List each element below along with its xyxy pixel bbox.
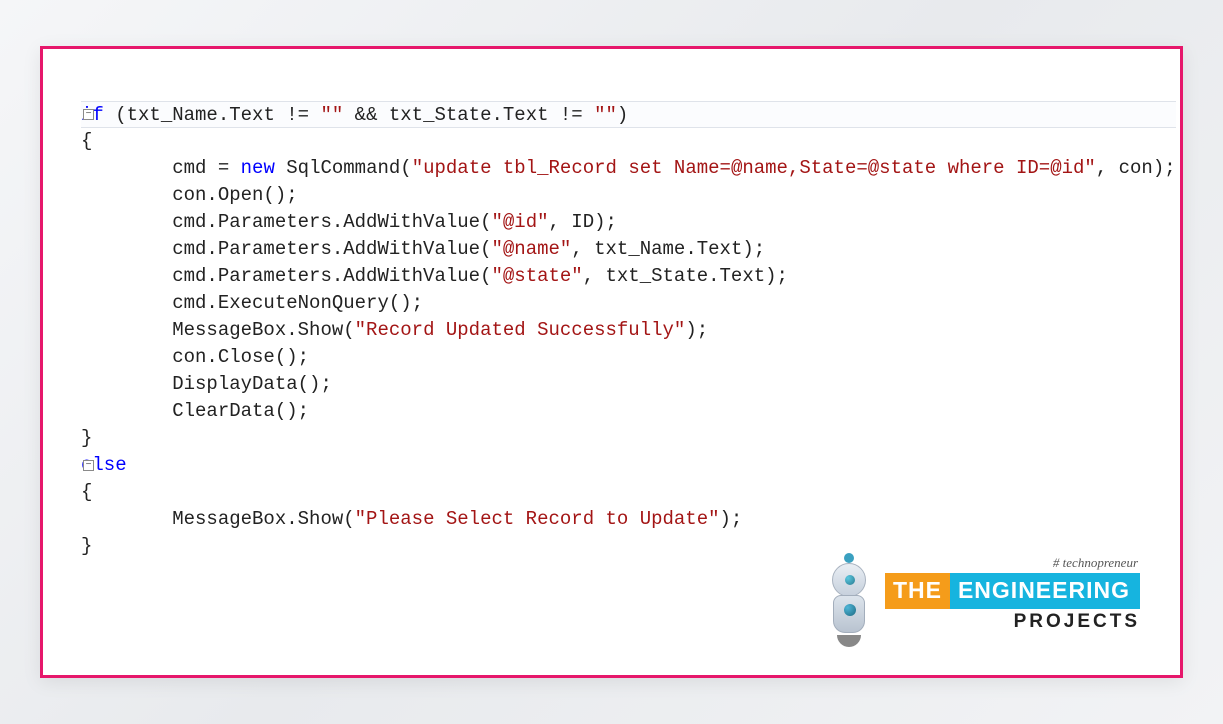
code-line: cmd.Parameters.AddWithValue("@id", ID); — [81, 209, 1176, 236]
logo-text-block: # technopreneur THE ENGINEERING PROJECTS — [885, 573, 1140, 633]
code-line: con.Open(); — [81, 182, 1176, 209]
code-line: } — [81, 533, 1176, 560]
code-line: else — [81, 452, 1176, 479]
fold-toggle-icon[interactable]: − — [83, 460, 94, 471]
code-line: } — [81, 425, 1176, 452]
code-line: cmd.Parameters.AddWithValue("@name", txt… — [81, 236, 1176, 263]
fold-toggle-icon[interactable]: − — [83, 109, 94, 120]
content-frame: − − if (txt_Name.Text != "" && txt_State.… — [40, 46, 1183, 678]
code-line: con.Close(); — [81, 344, 1176, 371]
code-line: { — [81, 128, 1176, 155]
code-line: ClearData(); — [81, 398, 1176, 425]
code-line: if (txt_Name.Text != "" && txt_State.Tex… — [81, 101, 1176, 128]
code-line: cmd.Parameters.AddWithValue("@state", tx… — [81, 263, 1176, 290]
robot-icon — [823, 559, 875, 647]
code-line: DisplayData(); — [81, 371, 1176, 398]
code-lines: if (txt_Name.Text != "" && txt_State.Tex… — [81, 101, 1176, 560]
watermark-logo: # technopreneur THE ENGINEERING PROJECTS — [823, 559, 1140, 647]
tagline: # technopreneur — [1053, 555, 1138, 571]
code-line: MessageBox.Show("Please Select Record to… — [81, 506, 1176, 533]
code-line: { — [81, 479, 1176, 506]
logo-projects: PROJECTS — [885, 611, 1140, 633]
code-editor: −− if (txt_Name.Text != "" && txt_State.… — [75, 101, 1155, 560]
code-line: cmd = new SqlCommand("update tbl_Record … — [81, 155, 1176, 182]
logo-the: THE — [885, 573, 950, 609]
logo-banner: THE ENGINEERING — [885, 573, 1140, 609]
logo-engineering: ENGINEERING — [950, 573, 1140, 609]
code-line: MessageBox.Show("Record Updated Successf… — [81, 317, 1176, 344]
code-line: cmd.ExecuteNonQuery(); — [81, 290, 1176, 317]
